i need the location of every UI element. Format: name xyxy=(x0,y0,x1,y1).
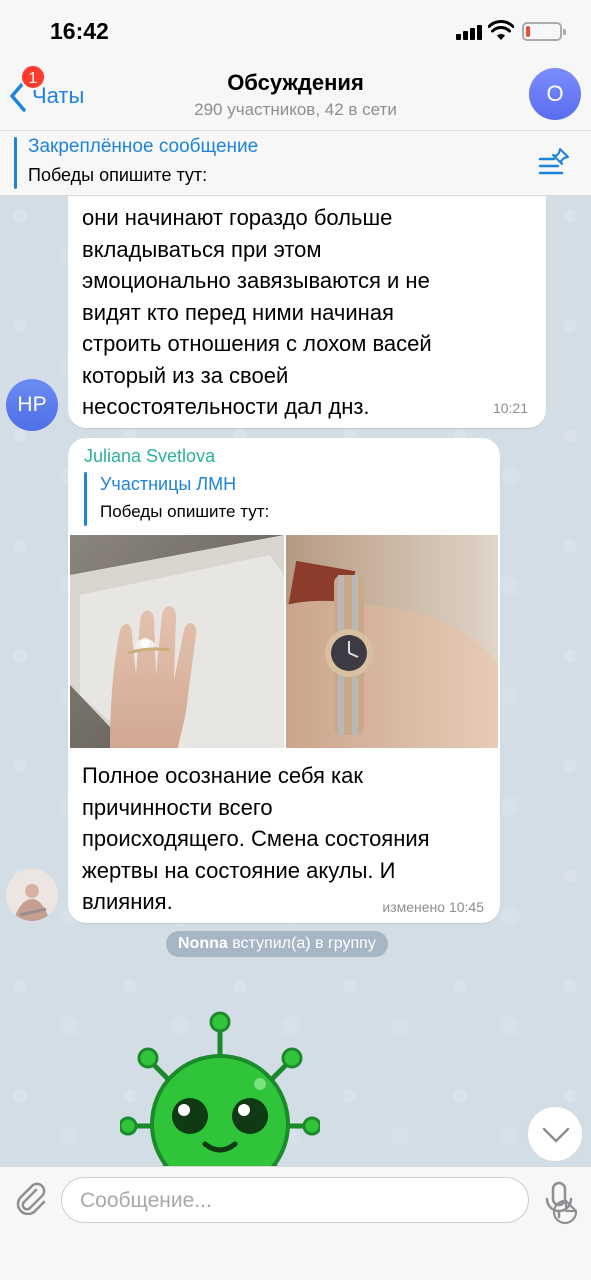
service-action: вступил(а) в группу xyxy=(232,935,376,952)
sender-name[interactable]: Juliana Svetlova xyxy=(84,446,215,467)
message-text: они начинают гораздо больше вкладываться… xyxy=(82,205,432,419)
microphone-icon[interactable] xyxy=(544,1181,574,1219)
message-bubble[interactable]: они начинают гораздо больше вкладываться… xyxy=(68,196,546,428)
chat-history[interactable]: они начинают гораздо больше вкладываться… xyxy=(0,196,591,1166)
composer-bar: Сообщение... xyxy=(0,1166,591,1280)
message-time: 10:21 xyxy=(492,400,528,416)
message-text: Полное осознание себя как причинности вс… xyxy=(82,763,430,914)
photo-watch[interactable] xyxy=(286,535,498,748)
reply-accent-bar xyxy=(84,472,87,526)
chevron-down-icon xyxy=(542,1127,570,1143)
message-time: изменено 10:45 xyxy=(382,899,484,915)
message-bubble[interactable]: Juliana Svetlova Участницы ЛМН Победы оп… xyxy=(68,438,500,923)
service-message: Nonna вступил(а) в группу xyxy=(166,931,388,957)
virus-sticker[interactable] xyxy=(120,1006,320,1166)
reply-preview[interactable]: Участницы ЛМН Победы опишите тут: xyxy=(84,472,484,526)
avatar[interactable] xyxy=(6,869,58,921)
battery-icon xyxy=(522,22,566,41)
status-bar: 16:42 xyxy=(0,0,591,62)
chat-title[interactable]: Обсуждения xyxy=(0,70,591,96)
avatar[interactable]: НР xyxy=(6,379,58,431)
paperclip-icon[interactable] xyxy=(14,1181,48,1215)
pinned-text: Победы опишите тут: xyxy=(28,165,208,185)
chat-subtitle: 290 участников, 42 в сети xyxy=(194,100,397,119)
service-user-name[interactable]: Nonna xyxy=(178,935,228,952)
navigation-bar: Чаты 1 Обсуждения 290 участников, 42 в с… xyxy=(0,62,591,130)
photo-ring[interactable] xyxy=(70,535,284,748)
pinned-title: Закреплённое сообщение xyxy=(28,136,259,157)
pinned-message-bar[interactable]: Закреплённое сообщение Победы опишите ту… xyxy=(0,130,591,196)
cellular-signal-icon xyxy=(456,24,484,40)
status-time: 16:42 xyxy=(50,18,109,44)
reply-author: Участницы ЛМН xyxy=(100,474,237,494)
scroll-to-bottom-button[interactable] xyxy=(527,1106,583,1162)
message-input[interactable]: Сообщение... xyxy=(61,1177,578,1225)
wifi-icon xyxy=(488,20,514,40)
reply-text: Победы опишите тут: xyxy=(100,502,270,521)
group-avatar[interactable]: О xyxy=(529,68,581,120)
pinned-accent-bar xyxy=(14,137,17,189)
message-input-placeholder: Сообщение... xyxy=(80,1189,212,1212)
pinned-list-icon[interactable] xyxy=(538,147,570,179)
